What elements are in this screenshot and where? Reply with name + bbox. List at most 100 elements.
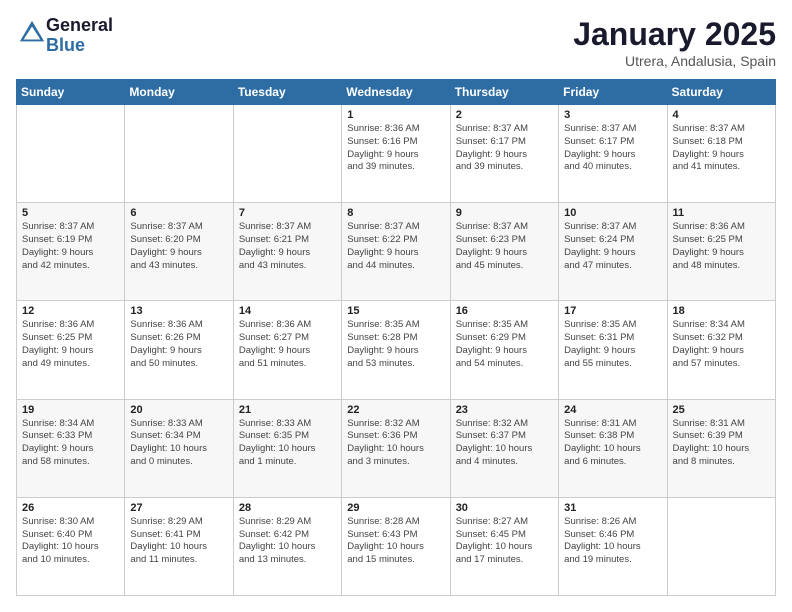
calendar-title: January 2025 xyxy=(573,16,776,53)
calendar-week-5: 26 Sunrise: 8:30 AM Sunset: 6:40 PM Dayli… xyxy=(17,497,776,595)
day-number: 28 xyxy=(239,502,336,514)
calendar-week-3: 12 Sunrise: 8:36 AM Sunset: 6:25 PM Dayli… xyxy=(17,301,776,399)
day-info: Sunrise: 8:35 AM Sunset: 6:28 PM Dayligh… xyxy=(347,319,444,370)
day-number: 25 xyxy=(673,404,770,416)
day-number: 21 xyxy=(239,404,336,416)
logo: General Blue xyxy=(16,16,113,56)
table-row: 30 Sunrise: 8:27 AM Sunset: 6:45 PM Dayli… xyxy=(450,497,558,595)
day-info: Sunrise: 8:37 AM Sunset: 6:18 PM Dayligh… xyxy=(673,123,770,174)
table-row: 7 Sunrise: 8:37 AM Sunset: 6:21 PM Daylig… xyxy=(233,203,341,301)
day-info: Sunrise: 8:37 AM Sunset: 6:19 PM Dayligh… xyxy=(22,221,119,272)
calendar-table: Sunday Monday Tuesday Wednesday Thursday… xyxy=(16,79,776,596)
table-row: 2Sunrise: 8:37 AM Sunset: 6:17 PM Daylig… xyxy=(450,105,558,203)
day-number: 20 xyxy=(130,404,227,416)
table-row: 28 Sunrise: 8:29 AM Sunset: 6:42 PM Dayli… xyxy=(233,497,341,595)
day-info: Sunrise: 8:37 AM Sunset: 6:23 PM Dayligh… xyxy=(456,221,553,272)
table-row: 5 Sunrise: 8:37 AM Sunset: 6:19 PM Daylig… xyxy=(17,203,125,301)
title-block: January 2025 Utrera, Andalusia, Spain xyxy=(573,16,776,69)
calendar-week-4: 19 Sunrise: 8:34 AM Sunset: 6:33 PM Dayli… xyxy=(17,399,776,497)
table-row xyxy=(17,105,125,203)
day-info: Sunrise: 8:36 AM Sunset: 6:26 PM Dayligh… xyxy=(130,319,227,370)
day-info: Sunrise: 8:37 AM Sunset: 6:20 PM Dayligh… xyxy=(130,221,227,272)
table-row: 15 Sunrise: 8:35 AM Sunset: 6:28 PM Dayli… xyxy=(342,301,450,399)
day-info: Sunrise: 8:27 AM Sunset: 6:45 PM Dayligh… xyxy=(456,516,553,567)
day-info: Sunrise: 8:32 AM Sunset: 6:36 PM Dayligh… xyxy=(347,418,444,469)
day-info: Sunrise: 8:30 AM Sunset: 6:40 PM Dayligh… xyxy=(22,516,119,567)
table-row: 9 Sunrise: 8:37 AM Sunset: 6:23 PM Daylig… xyxy=(450,203,558,301)
day-number: 1 xyxy=(347,109,444,121)
table-row: 16Sunrise: 8:35 AM Sunset: 6:29 PM Dayli… xyxy=(450,301,558,399)
day-info: Sunrise: 8:36 AM Sunset: 6:16 PM Dayligh… xyxy=(347,123,444,174)
day-info: Sunrise: 8:37 AM Sunset: 6:21 PM Dayligh… xyxy=(239,221,336,272)
day-number: 13 xyxy=(130,305,227,317)
day-number: 19 xyxy=(22,404,119,416)
table-row: 20Sunrise: 8:33 AM Sunset: 6:34 PM Dayli… xyxy=(125,399,233,497)
calendar-week-1: 1 Sunrise: 8:36 AM Sunset: 6:16 PM Daylig… xyxy=(17,105,776,203)
col-wednesday: Wednesday xyxy=(342,80,450,105)
page: General Blue January 2025 Utrera, Andalu… xyxy=(0,0,792,612)
day-number: 15 xyxy=(347,305,444,317)
day-number: 12 xyxy=(22,305,119,317)
table-row: 19 Sunrise: 8:34 AM Sunset: 6:33 PM Dayli… xyxy=(17,399,125,497)
day-info: Sunrise: 8:35 AM Sunset: 6:31 PM Dayligh… xyxy=(564,319,661,370)
col-friday: Friday xyxy=(559,80,667,105)
day-number: 30 xyxy=(456,502,553,514)
day-number: 23 xyxy=(456,404,553,416)
table-row: 24Sunrise: 8:31 AM Sunset: 6:38 PM Dayli… xyxy=(559,399,667,497)
day-info: Sunrise: 8:37 AM Sunset: 6:17 PM Dayligh… xyxy=(564,123,661,174)
table-row: 21 Sunrise: 8:33 AM Sunset: 6:35 PM Dayli… xyxy=(233,399,341,497)
day-number: 7 xyxy=(239,207,336,219)
table-row: 17Sunrise: 8:35 AM Sunset: 6:31 PM Dayli… xyxy=(559,301,667,399)
day-info: Sunrise: 8:37 AM Sunset: 6:24 PM Dayligh… xyxy=(564,221,661,272)
day-info: Sunrise: 8:33 AM Sunset: 6:35 PM Dayligh… xyxy=(239,418,336,469)
day-info: Sunrise: 8:29 AM Sunset: 6:42 PM Dayligh… xyxy=(239,516,336,567)
day-number: 31 xyxy=(564,502,661,514)
table-row: 14 Sunrise: 8:36 AM Sunset: 6:27 PM Dayli… xyxy=(233,301,341,399)
table-row: 1 Sunrise: 8:36 AM Sunset: 6:16 PM Daylig… xyxy=(342,105,450,203)
table-row xyxy=(667,497,775,595)
day-info: Sunrise: 8:26 AM Sunset: 6:46 PM Dayligh… xyxy=(564,516,661,567)
day-number: 29 xyxy=(347,502,444,514)
table-row: 23 Sunrise: 8:32 AM Sunset: 6:37 PM Dayli… xyxy=(450,399,558,497)
col-thursday: Thursday xyxy=(450,80,558,105)
day-number: 10 xyxy=(564,207,661,219)
day-number: 18 xyxy=(673,305,770,317)
table-row: 10 Sunrise: 8:37 AM Sunset: 6:24 PM Dayli… xyxy=(559,203,667,301)
table-row: 6 Sunrise: 8:37 AM Sunset: 6:20 PM Daylig… xyxy=(125,203,233,301)
header: General Blue January 2025 Utrera, Andalu… xyxy=(16,16,776,69)
calendar-header-row: Sunday Monday Tuesday Wednesday Thursday… xyxy=(17,80,776,105)
table-row: 18 Sunrise: 8:34 AM Sunset: 6:32 PM Dayli… xyxy=(667,301,775,399)
day-number: 27 xyxy=(130,502,227,514)
day-number: 14 xyxy=(239,305,336,317)
table-row: 12 Sunrise: 8:36 AM Sunset: 6:25 PM Dayli… xyxy=(17,301,125,399)
logo-line1: General xyxy=(46,16,113,36)
table-row: 8 Sunrise: 8:37 AM Sunset: 6:22 PM Daylig… xyxy=(342,203,450,301)
day-number: 11 xyxy=(673,207,770,219)
day-number: 8 xyxy=(347,207,444,219)
day-info: Sunrise: 8:36 AM Sunset: 6:27 PM Dayligh… xyxy=(239,319,336,370)
day-info: Sunrise: 8:34 AM Sunset: 6:33 PM Dayligh… xyxy=(22,418,119,469)
day-number: 2 xyxy=(456,109,553,121)
table-row xyxy=(125,105,233,203)
table-row: 25Sunrise: 8:31 AM Sunset: 6:39 PM Dayli… xyxy=(667,399,775,497)
col-saturday: Saturday xyxy=(667,80,775,105)
day-number: 6 xyxy=(130,207,227,219)
day-number: 26 xyxy=(22,502,119,514)
day-info: Sunrise: 8:36 AM Sunset: 6:25 PM Dayligh… xyxy=(22,319,119,370)
table-row: 11Sunrise: 8:36 AM Sunset: 6:25 PM Dayli… xyxy=(667,203,775,301)
day-number: 9 xyxy=(456,207,553,219)
logo-icon xyxy=(18,19,46,47)
day-info: Sunrise: 8:34 AM Sunset: 6:32 PM Dayligh… xyxy=(673,319,770,370)
day-info: Sunrise: 8:28 AM Sunset: 6:43 PM Dayligh… xyxy=(347,516,444,567)
day-number: 22 xyxy=(347,404,444,416)
day-info: Sunrise: 8:29 AM Sunset: 6:41 PM Dayligh… xyxy=(130,516,227,567)
day-number: 3 xyxy=(564,109,661,121)
day-info: Sunrise: 8:37 AM Sunset: 6:22 PM Dayligh… xyxy=(347,221,444,272)
table-row: 26 Sunrise: 8:30 AM Sunset: 6:40 PM Dayli… xyxy=(17,497,125,595)
col-sunday: Sunday xyxy=(17,80,125,105)
day-info: Sunrise: 8:32 AM Sunset: 6:37 PM Dayligh… xyxy=(456,418,553,469)
day-info: Sunrise: 8:35 AM Sunset: 6:29 PM Dayligh… xyxy=(456,319,553,370)
table-row: 29 Sunrise: 8:28 AM Sunset: 6:43 PM Dayli… xyxy=(342,497,450,595)
day-number: 5 xyxy=(22,207,119,219)
col-tuesday: Tuesday xyxy=(233,80,341,105)
